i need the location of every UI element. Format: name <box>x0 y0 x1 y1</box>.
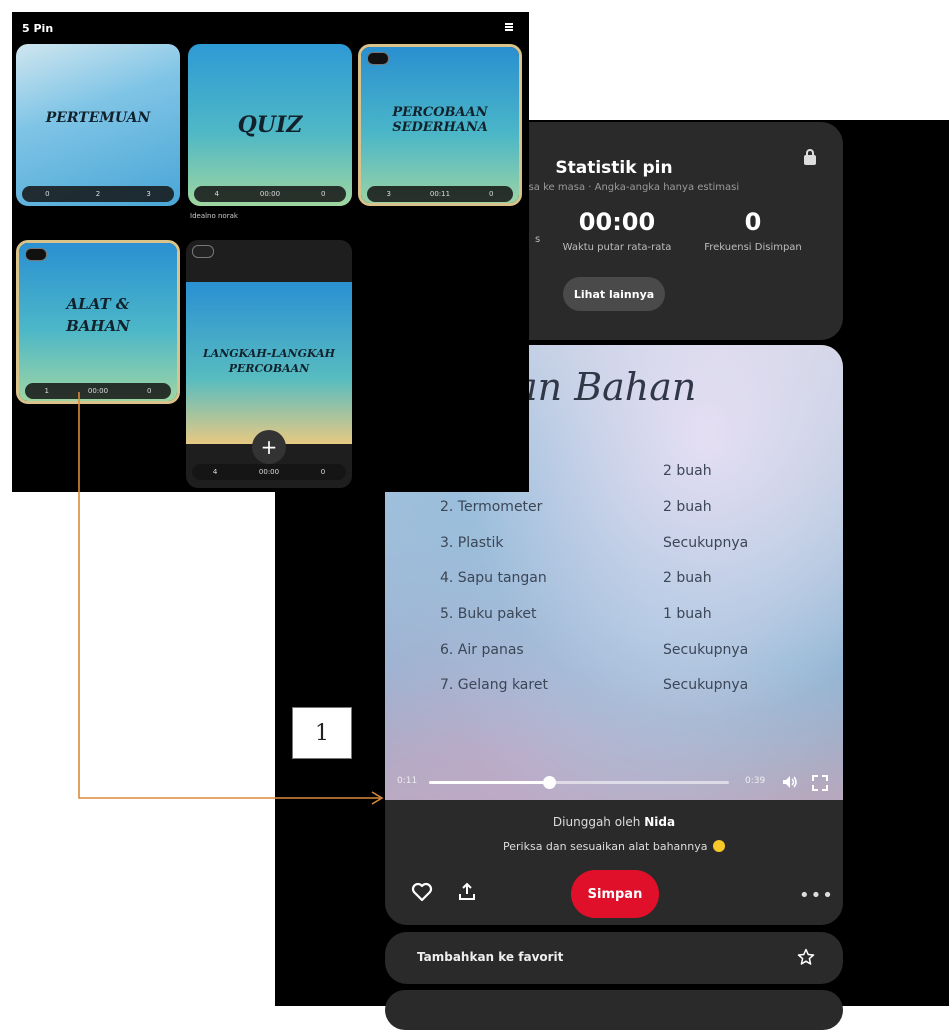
annotation-label: 1 <box>292 707 352 759</box>
annotation-arrow <box>78 392 384 805</box>
